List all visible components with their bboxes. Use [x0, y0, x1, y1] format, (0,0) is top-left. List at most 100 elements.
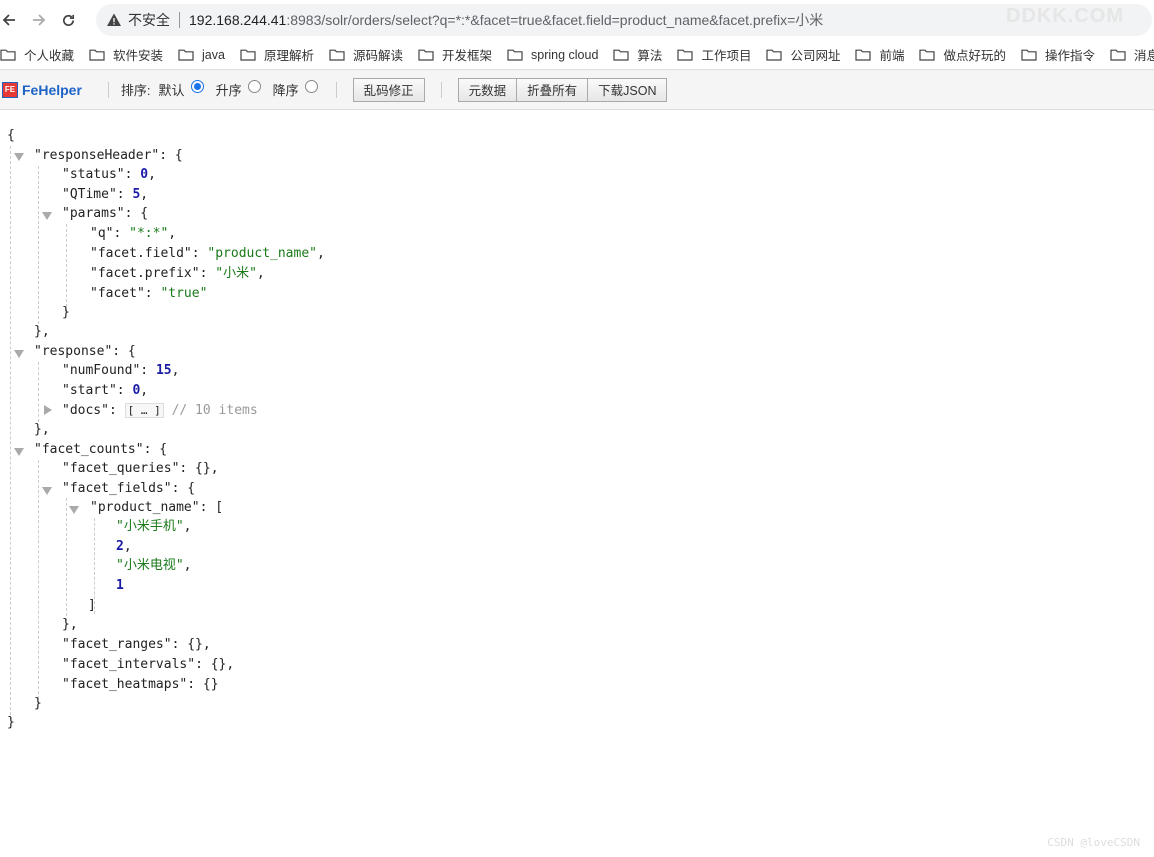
folder-icon	[89, 49, 105, 61]
collapse-toggle-response[interactable]	[14, 350, 24, 358]
json-key: facet.field	[97, 246, 184, 261]
json-line: "facet.field": "product_name",	[90, 246, 325, 261]
json-line: "facet_heatmaps": {}	[62, 677, 219, 692]
sort-desc-option[interactable]: 降序	[273, 80, 318, 99]
bookmark-item[interactable]: 源码解读	[329, 45, 403, 64]
json-value: 0	[132, 383, 141, 398]
bookmark-label: 软件安装	[113, 49, 164, 63]
fehelper-name: FeHelper	[22, 81, 82, 98]
bookmark-item[interactable]: 算法	[613, 45, 662, 64]
json-line: "QTime": 5,	[62, 187, 149, 202]
security-label[interactable]: 不安全	[128, 10, 170, 30]
json-line: }	[34, 696, 42, 711]
bookmark-label: 公司网址	[790, 49, 841, 63]
collapse-toggle-product_name[interactable]	[69, 506, 79, 514]
bookmark-label: 前端	[879, 49, 905, 63]
bookmark-item[interactable]: 工作项目	[677, 45, 751, 64]
arrow-left-icon	[2, 14, 15, 26]
json-key: facet.prefix	[97, 266, 192, 281]
json-value: 0	[140, 167, 149, 182]
bookmark-item[interactable]: 开发框架	[418, 45, 492, 64]
json-line: "response": {	[34, 344, 136, 359]
bookmark-item[interactable]: 做点好玩的	[919, 45, 1006, 64]
forward-button[interactable]	[18, 0, 60, 40]
json-value: 1	[116, 578, 124, 593]
bookmark-item[interactable]: 个人收藏	[0, 45, 74, 64]
sort-asc-radio[interactable]	[247, 80, 261, 93]
sort-default-label: 默认	[158, 83, 185, 98]
indent-guide	[66, 224, 67, 312]
json-value: product_name	[215, 246, 310, 261]
collapse-toggle-params[interactable]	[42, 212, 52, 220]
expand-toggle-docs[interactable]	[44, 405, 52, 415]
address-bar: 不安全 192.168.244.41:8983/solr/orders/sele…	[0, 0, 1154, 40]
sort-asc-label: 升序	[215, 83, 242, 98]
json-line: 2,	[116, 539, 132, 554]
download-json-button[interactable]: 下载JSON	[588, 77, 668, 102]
json-line: "facet_ranges": {},	[62, 637, 211, 652]
json-line: }	[62, 305, 70, 320]
bookmark-item[interactable]: 软件安装	[89, 45, 163, 64]
bookmark-item[interactable]: 消息	[1110, 45, 1154, 64]
collapsed-array[interactable]: [ … ]	[124, 403, 164, 418]
bookmark-item[interactable]: java	[178, 48, 225, 62]
fix-encoding-button[interactable]: 乱码修正	[352, 77, 425, 102]
reload-icon	[62, 14, 74, 26]
bookmark-item[interactable]: 公司网址	[766, 45, 840, 64]
json-line: "facet": "true"	[90, 286, 208, 301]
back-button[interactable]	[0, 0, 18, 40]
json-line: },	[34, 422, 50, 437]
sort-asc-option[interactable]: 升序	[216, 80, 261, 99]
collapse-all-button[interactable]: 折叠所有	[517, 77, 589, 102]
json-line: },	[34, 324, 50, 339]
folder-icon	[329, 49, 345, 61]
json-line: }	[7, 715, 15, 730]
json-key: facet	[97, 286, 137, 301]
json-line: "docs": [ … ] // 10 items	[62, 403, 258, 418]
collapse-toggle-facet_fields[interactable]	[42, 487, 52, 495]
json-value: 小米电视	[123, 558, 176, 573]
sort-label: 排序:	[120, 83, 151, 98]
json-line: "小米电视",	[116, 558, 192, 573]
sort-default-option[interactable]: 默认	[159, 80, 204, 99]
json-line: {	[7, 128, 15, 143]
bookmark-item[interactable]: 原理解析	[240, 45, 314, 64]
bookmark-label: 操作指令	[1045, 49, 1096, 63]
bookmark-label: 做点好玩的	[943, 49, 1006, 63]
bookmark-item[interactable]: 前端	[855, 45, 904, 64]
bookmark-label: 原理解析	[263, 49, 314, 63]
json-value: true	[168, 286, 200, 301]
folder-icon	[418, 49, 434, 61]
json-value: 5	[132, 187, 141, 202]
json-line: "facet_counts": {	[34, 442, 168, 457]
bookmark-item[interactable]: spring cloud	[507, 48, 598, 62]
json-line: ]	[88, 598, 96, 613]
collapse-toggle-facet_counts[interactable]	[14, 448, 24, 456]
url-path: :8983/solr/orders/select?q=*:*&facet=tru…	[286, 12, 824, 28]
json-line: "status": 0,	[62, 167, 156, 182]
bookmark-label: spring cloud	[531, 47, 599, 62]
sort-desc-radio[interactable]	[304, 80, 318, 93]
metadata-button[interactable]: 元数据	[457, 77, 518, 102]
items-count-comment: // 10 items	[171, 403, 258, 418]
bookmark-label: 个人收藏	[24, 49, 75, 63]
footer-watermark: CSDN @loveCSDN	[1047, 836, 1140, 849]
divider	[107, 81, 109, 98]
url-host: 192.168.244.41	[189, 12, 287, 28]
folder-icon	[0, 49, 16, 61]
sort-default-radio[interactable]	[190, 80, 204, 93]
bookmark-label: 算法	[637, 49, 663, 63]
collapse-toggle-responseHeader[interactable]	[14, 153, 24, 161]
json-value: *:*	[136, 226, 161, 241]
fehelper-icon: FE	[2, 81, 18, 98]
divider	[335, 81, 337, 98]
url-field[interactable]: 不安全 192.168.244.41:8983/solr/orders/sele…	[96, 4, 1152, 36]
bookmark-label: 工作项目	[701, 49, 752, 63]
json-line: "params": {	[62, 206, 149, 221]
reload-button[interactable]	[60, 0, 76, 40]
folder-icon	[178, 49, 194, 61]
bookmark-item[interactable]: 操作指令	[1021, 45, 1095, 64]
json-line: "q": "*:*",	[90, 226, 177, 241]
json-key: q	[97, 226, 106, 241]
arrow-right-icon	[33, 14, 46, 26]
